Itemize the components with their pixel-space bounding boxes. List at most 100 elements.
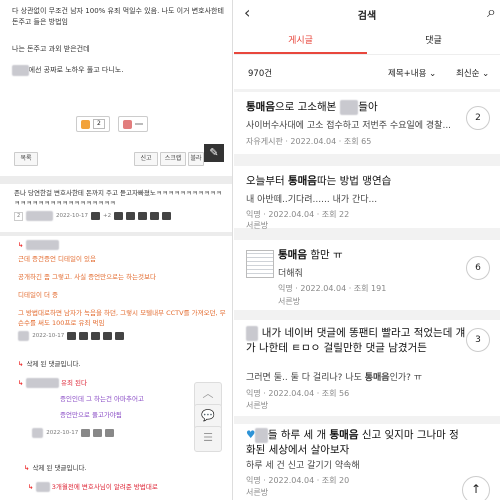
comment-count-badge: 3 xyxy=(466,328,490,352)
block-icon[interactable] xyxy=(115,332,125,340)
blurred-username: nick xyxy=(36,482,50,492)
result-count: 970건 xyxy=(248,69,273,79)
downvote-count xyxy=(134,123,143,125)
post-item[interactable]: 통매음으로 고소해본 xxx들아 사이버수사대에 고소 접수하고 저번주 수요일… xyxy=(234,92,500,154)
blurred-text: xx xyxy=(255,428,268,443)
comment-1: 존나 당연한걸 변호사한테 돈까지 주고 듣고자빠졌노ㅋㅋㅋㅋㅋㅋㅋㅋㅋㅋㅋㅋㅋ… xyxy=(14,188,226,221)
post-thumbnail xyxy=(246,250,274,278)
more-button[interactable]: 블라 xyxy=(188,152,204,166)
post-snippet: 하루 세 건 신고 갈기기 약속해 xyxy=(246,461,360,471)
reply-1-line-2: 공개하긴 좀 그렇고. 사실 증언만으로는 하는것보다 xyxy=(18,273,156,281)
post-meta: 익명 · 2022.04.04 · 조회 56 xyxy=(246,389,350,398)
post-title: ♥xx들 하루 세 개 통매음 신고 잊지마 그나마 정화된 세상에서 살아보자 xyxy=(246,428,459,456)
post-board: 서른방 xyxy=(278,297,301,306)
reply-1-line-1: 근데 증건증언 디테일이 있음 xyxy=(18,255,96,263)
reply-date: 2022-10-17 xyxy=(32,333,65,339)
reply-1-line-4: 그 방법대로하면 남자가 녹음을 하던, 그렇시 모텔내부 CCTV를 가져오던… xyxy=(18,309,226,327)
chat-icon[interactable] xyxy=(162,212,172,220)
deleted-comment-2: ↳ 삭제 된 댓글입니다. xyxy=(24,464,87,472)
blurred-username: username xyxy=(26,240,59,250)
tab-posts[interactable]: 게시글 xyxy=(234,30,367,54)
post-line-3: xxxx에선 공짜로 노하우 풀고 다니노. xyxy=(12,65,226,76)
search-scope-dropdown[interactable]: 제목+내용 ⌄ xyxy=(388,67,436,79)
comment-1-meta: 2 nickname 2022-10-17 +2 xyxy=(14,211,226,221)
post-snippet: 더해줘 xyxy=(278,269,303,279)
list-view-icon[interactable]: ☰ xyxy=(194,426,222,452)
blurred-text: xxx xyxy=(339,100,359,115)
reply-icon[interactable] xyxy=(81,429,91,437)
post-body: 다 상관없이 무조건 남자 100% 유죄 먹일수 있음. 나도 이거 변호사한… xyxy=(12,6,226,83)
comment-1-text: 존나 당연한걸 변호사한테 돈까지 주고 듣고자빠졌노ㅋㅋㅋㅋㅋㅋㅋㅋㅋㅋㅋㅋㅋ… xyxy=(14,189,222,207)
reply-icon[interactable] xyxy=(67,332,77,340)
report-icon[interactable] xyxy=(91,332,101,340)
search-results-panel: ‹ 검색 ⌕ 게시글 댓글 970건 제목+내용 ⌄ 최신순 ⌄ 통매음으로 고… xyxy=(234,0,500,500)
post-item[interactable]: 통매음 함만 ㅠ 더해줘 익명 · 2022.04.04 · 조회 191 서른… xyxy=(234,240,500,310)
blurred-username: nick xyxy=(32,428,44,438)
reply-arrow-icon: ↳ xyxy=(18,241,24,249)
comment-votes: +2 xyxy=(102,213,112,219)
post-title: 오늘부터 통매음따는 방법 맹연습 xyxy=(246,175,392,187)
reply-1-meta: nick 2022-10-17 xyxy=(18,331,228,341)
list-button[interactable]: 목록 xyxy=(14,152,38,166)
block-icon[interactable] xyxy=(150,212,160,220)
comment-date: 2022-10-17 xyxy=(56,213,88,219)
post-title: xx 내가 네이버 댓글에 똥팬티 빨라고 적었는데 걔가 나한테 ㅌㅁㅇ 걸릴… xyxy=(246,326,466,354)
tab-comments[interactable]: 댓글 xyxy=(367,30,500,54)
left-screenshot-panel: 다 상관없이 무조건 남자 100% 유죄 먹일수 있음. 나도 이거 변호사한… xyxy=(0,0,233,500)
search-tabs: 게시글 댓글 xyxy=(234,30,500,55)
post-board: 서른방 xyxy=(246,488,269,497)
blurred-text: xx xyxy=(246,326,259,341)
blurred-username: nick xyxy=(18,331,30,341)
page-title: 검색 xyxy=(357,11,377,22)
vote-area: 2 xyxy=(76,116,148,132)
scroll-to-top-icon[interactable]: ↑ xyxy=(462,476,490,500)
blurred-username: username xyxy=(26,378,59,388)
reply-icon[interactable] xyxy=(90,212,100,220)
comment-number: 2 xyxy=(14,211,24,221)
post-snippet: 내 아반떼..기다려...... 내가 간다... xyxy=(246,195,378,205)
report-icon[interactable] xyxy=(105,429,115,437)
mail-icon[interactable] xyxy=(138,212,148,220)
share-icon[interactable] xyxy=(79,332,89,340)
post-meta: 자유게시판 · 2022.04.04 · 조회 65 xyxy=(246,137,372,146)
blurred-username: nickname xyxy=(26,211,54,221)
post-title: 통매음으로 고소해본 xxx들아 xyxy=(246,100,378,115)
pencil-icon[interactable]: ✎ xyxy=(204,144,224,162)
heart-icon: ♥ xyxy=(246,429,256,441)
reply-3-line: 3개월전에 변호사님이 알려준 방법대로 xyxy=(51,483,158,491)
reply-1: ↳username 근데 증건증언 디테일이 있음 공개하긴 좀 그렇고. 사실… xyxy=(18,240,228,341)
post-snippet: 그러면 둘.. 둘 다 걸리나? 나도 통매음인가? ㅠ xyxy=(246,373,423,383)
post-item[interactable]: ♥xx들 하루 세 개 통매음 신고 잊지마 그나마 정화된 세상에서 살아보자… xyxy=(234,424,500,500)
reply-1-line-3: 디테일이 더 중 xyxy=(18,291,59,299)
share-icon[interactable] xyxy=(114,212,124,220)
upvote-button[interactable]: 2 xyxy=(76,116,110,132)
sort-order-dropdown[interactable]: 최신순 ⌄ xyxy=(456,67,489,79)
report-button[interactable]: 신고 xyxy=(134,152,158,166)
post-item[interactable]: 오늘부터 통매음따는 방법 맹연습 내 아반떼..기다려...... 내가 간다… xyxy=(234,166,500,230)
post-board: 서른방 xyxy=(246,221,269,230)
post-line-1: 다 상관없이 무조건 남자 100% 유죄 먹일수 있음. 나도 이거 변호사한… xyxy=(12,7,224,26)
post-snippet: 사이버수사대에 고소 접수하고 저번주 수요일에 경찰... xyxy=(246,121,452,131)
post-line-2: 나는 돈주고 과외 받은건데 xyxy=(12,45,90,53)
post-title: 통매음 함만 ㅠ xyxy=(278,249,343,261)
mail-icon[interactable] xyxy=(103,332,113,340)
section-divider xyxy=(0,176,232,184)
post-meta: 익명 · 2022.04.04 · 조회 191 xyxy=(278,284,387,293)
share-icon[interactable] xyxy=(93,429,103,437)
comment-count-badge: 6 xyxy=(466,256,490,280)
report-icon[interactable] xyxy=(126,212,136,220)
post-item[interactable]: xx 내가 네이버 댓글에 똥팬티 빨라고 적었는데 걔가 나한테 ㅌㅁㅇ 걸릴… xyxy=(234,320,500,416)
blurred-text: xxxx xyxy=(12,65,29,76)
reply-arrow-icon: ↳ xyxy=(18,379,24,387)
reply-3: ↳nick 3개월전에 변호사님이 알려준 방법대로 xyxy=(28,482,232,492)
deleted-comment-1: ↳ 삭제 된 댓글입니다. xyxy=(18,360,81,368)
reply-divider xyxy=(0,232,232,236)
downvote-button[interactable] xyxy=(117,116,148,132)
comment-count-badge: 2 xyxy=(466,106,490,130)
reply-2-line-1: 유죄 된다 xyxy=(61,379,88,387)
reply-arrow-icon: ↳ xyxy=(28,483,34,491)
reply-date: 2022-10-17 xyxy=(46,430,79,436)
thumbs-down-icon xyxy=(122,119,132,129)
scrap-button[interactable]: 스크랩 xyxy=(160,152,186,166)
search-icon[interactable]: ⌕ xyxy=(487,2,496,22)
